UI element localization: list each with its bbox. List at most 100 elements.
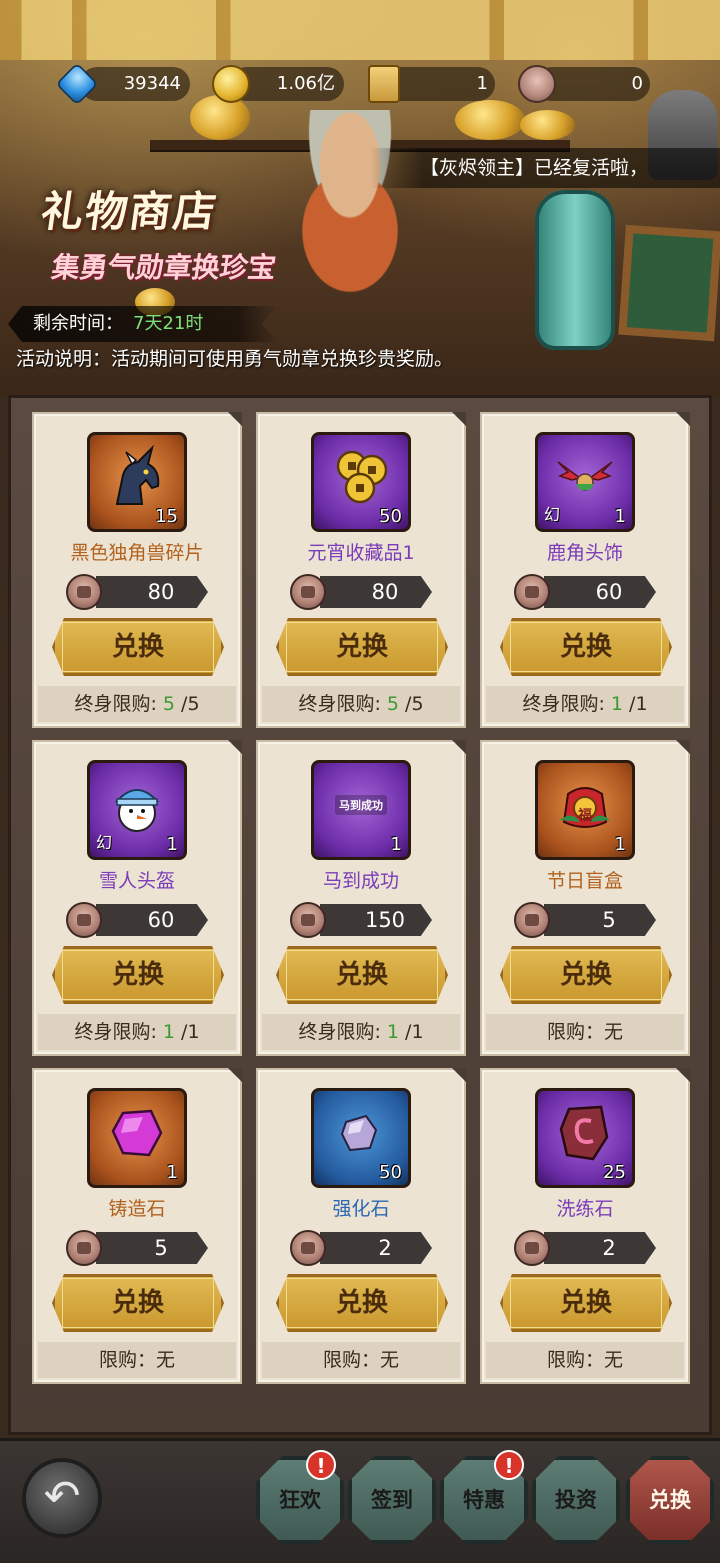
item-frame[interactable]: 幻 1 bbox=[535, 432, 635, 532]
exchange-button[interactable]: 兑换 bbox=[500, 1274, 672, 1332]
item-count: 15 bbox=[155, 506, 178, 527]
medal-icon bbox=[66, 574, 102, 610]
limit-current: 1 bbox=[386, 1021, 399, 1043]
purchase-limit: 限购：无 bbox=[486, 1014, 684, 1050]
item-count: 1 bbox=[614, 834, 626, 855]
medal-icon bbox=[290, 1230, 326, 1266]
item-count: 1 bbox=[166, 834, 178, 855]
purchase-limit: 限购：无 bbox=[262, 1342, 460, 1378]
chalkboard-icon bbox=[618, 224, 720, 342]
item-count: 1 bbox=[390, 834, 402, 855]
medal-icon bbox=[514, 902, 550, 938]
scroll-icon bbox=[368, 65, 400, 103]
limit-label: 限购：无 bbox=[546, 1349, 623, 1371]
limit-label: 限购：无 bbox=[322, 1349, 399, 1371]
shop-item-card: 50 元宵收藏品1 80 兑换 终身限购: 5 /5 bbox=[256, 412, 466, 728]
limit-current: 5 bbox=[162, 693, 175, 715]
lantern-icon bbox=[535, 190, 615, 350]
item-frame[interactable]: 15 bbox=[87, 432, 187, 532]
medal-icon bbox=[66, 1230, 102, 1266]
item-frame[interactable]: 幻 1 bbox=[87, 760, 187, 860]
medal-icon bbox=[290, 902, 326, 938]
item-frame[interactable]: 马到成功 1 bbox=[311, 760, 411, 860]
coin-pile-icon bbox=[190, 95, 250, 140]
shop-item-card: 马到成功 1 马到成功 150 兑换 终身限购: 1 /1 bbox=[256, 740, 466, 1056]
item-count: 1 bbox=[166, 1162, 178, 1183]
limit-max: /5 bbox=[181, 693, 200, 715]
purchase-limit: 终身限购: 1 /1 bbox=[486, 686, 684, 722]
purchase-limit: 限购：无 bbox=[38, 1342, 236, 1378]
item-price: 5 bbox=[544, 904, 656, 936]
purchase-limit: 终身限购: 5 /5 bbox=[262, 686, 460, 722]
item-name: 铸造石 bbox=[108, 1198, 166, 1220]
purchase-limit: 终身限购: 5 /5 bbox=[38, 686, 236, 722]
snowman-helmet-icon bbox=[114, 789, 160, 833]
limit-label: 终身限购: bbox=[74, 693, 157, 715]
medal-count: 0 bbox=[631, 73, 643, 94]
item-count: 1 bbox=[614, 506, 626, 527]
item-frame[interactable]: 25 bbox=[535, 1088, 635, 1188]
diamond-count: 39344 bbox=[123, 73, 181, 94]
item-count: 50 bbox=[379, 1162, 402, 1183]
item-frame[interactable]: 50 bbox=[311, 432, 411, 532]
timer-value: 7天21时 bbox=[133, 313, 204, 334]
timer-label: 剩余时间： bbox=[33, 313, 123, 334]
item-frame[interactable]: 1 bbox=[87, 1088, 187, 1188]
medal-icon bbox=[518, 65, 556, 103]
item-price: 2 bbox=[544, 1232, 656, 1264]
item-price: 150 bbox=[320, 904, 432, 936]
item-price: 60 bbox=[544, 576, 656, 608]
forge-stone-icon bbox=[111, 1109, 163, 1157]
purchase-limit: 限购：无 bbox=[486, 1342, 684, 1378]
item-frame[interactable]: 福 1 bbox=[535, 760, 635, 860]
item-count: 25 bbox=[603, 1162, 626, 1183]
banner-icon: 马到成功 bbox=[335, 795, 387, 816]
exchange-button[interactable]: 兑换 bbox=[276, 946, 448, 1004]
page-title: 礼物商店 bbox=[38, 187, 222, 236]
limit-label: 限购：无 bbox=[546, 1021, 623, 1043]
medal-icon bbox=[514, 574, 550, 610]
item-name: 黑色独角兽碎片 bbox=[70, 542, 204, 564]
back-arrow-icon[interactable]: ↶ bbox=[22, 1458, 102, 1538]
limit-current: 1 bbox=[162, 1021, 175, 1043]
coin-pile-icon bbox=[455, 100, 525, 140]
shop-item-card: 25 洗练石 2 兑换 限购：无 bbox=[480, 1068, 690, 1384]
limit-max: /1 bbox=[405, 1021, 424, 1043]
shop-item-card: 15 黑色独角兽碎片 80 兑换 终身限购: 5 /5 bbox=[32, 412, 242, 728]
gold-count: 1.06亿 bbox=[276, 73, 335, 94]
item-price: 60 bbox=[96, 904, 208, 936]
medal-icon bbox=[66, 902, 102, 938]
limit-label: 限购：无 bbox=[98, 1349, 175, 1371]
item-count: 50 bbox=[379, 506, 402, 527]
limit-label: 终身限购: bbox=[298, 693, 381, 715]
limit-label: 终身限购: bbox=[74, 1021, 157, 1043]
coin-pile-icon bbox=[520, 110, 575, 140]
exchange-button[interactable]: 兑换 bbox=[500, 946, 672, 1004]
item-name: 鹿角头饰 bbox=[546, 542, 623, 564]
limit-max: /1 bbox=[181, 1021, 200, 1043]
exchange-button[interactable]: 兑换 bbox=[52, 618, 224, 676]
illusion-tag: 幻 bbox=[96, 833, 113, 852]
refine-stone-icon bbox=[559, 1105, 609, 1161]
limit-label: 终身限购: bbox=[522, 693, 605, 715]
page-subtitle: 集勇气勋章换珍宝 bbox=[49, 251, 279, 284]
shop-item-card: 1 铸造石 5 兑换 限购：无 bbox=[32, 1068, 242, 1384]
item-name: 马到成功 bbox=[322, 870, 399, 892]
alert-badge-icon: ! bbox=[306, 1450, 336, 1480]
limit-current: 1 bbox=[610, 693, 623, 715]
exchange-button[interactable]: 兑换 bbox=[500, 618, 672, 676]
stained-glass-window bbox=[0, 0, 720, 60]
item-frame[interactable]: 50 bbox=[311, 1088, 411, 1188]
exchange-button[interactable]: 兑换 bbox=[276, 618, 448, 676]
item-price: 80 bbox=[96, 576, 208, 608]
purchase-limit: 终身限购: 1 /1 bbox=[262, 1014, 460, 1050]
item-name: 节日盲盒 bbox=[546, 870, 623, 892]
exchange-button[interactable]: 兑换 bbox=[276, 1274, 448, 1332]
limit-label: 终身限购: bbox=[298, 1021, 381, 1043]
remaining-time: 剩余时间： 7天21时 bbox=[8, 306, 278, 342]
shop-item-card: 50 强化石 2 兑换 限购：无 bbox=[256, 1068, 466, 1384]
item-name: 强化石 bbox=[332, 1198, 390, 1220]
dwarf-merchant bbox=[255, 110, 445, 330]
exchange-button[interactable]: 兑换 bbox=[52, 946, 224, 1004]
exchange-button[interactable]: 兑换 bbox=[52, 1274, 224, 1332]
